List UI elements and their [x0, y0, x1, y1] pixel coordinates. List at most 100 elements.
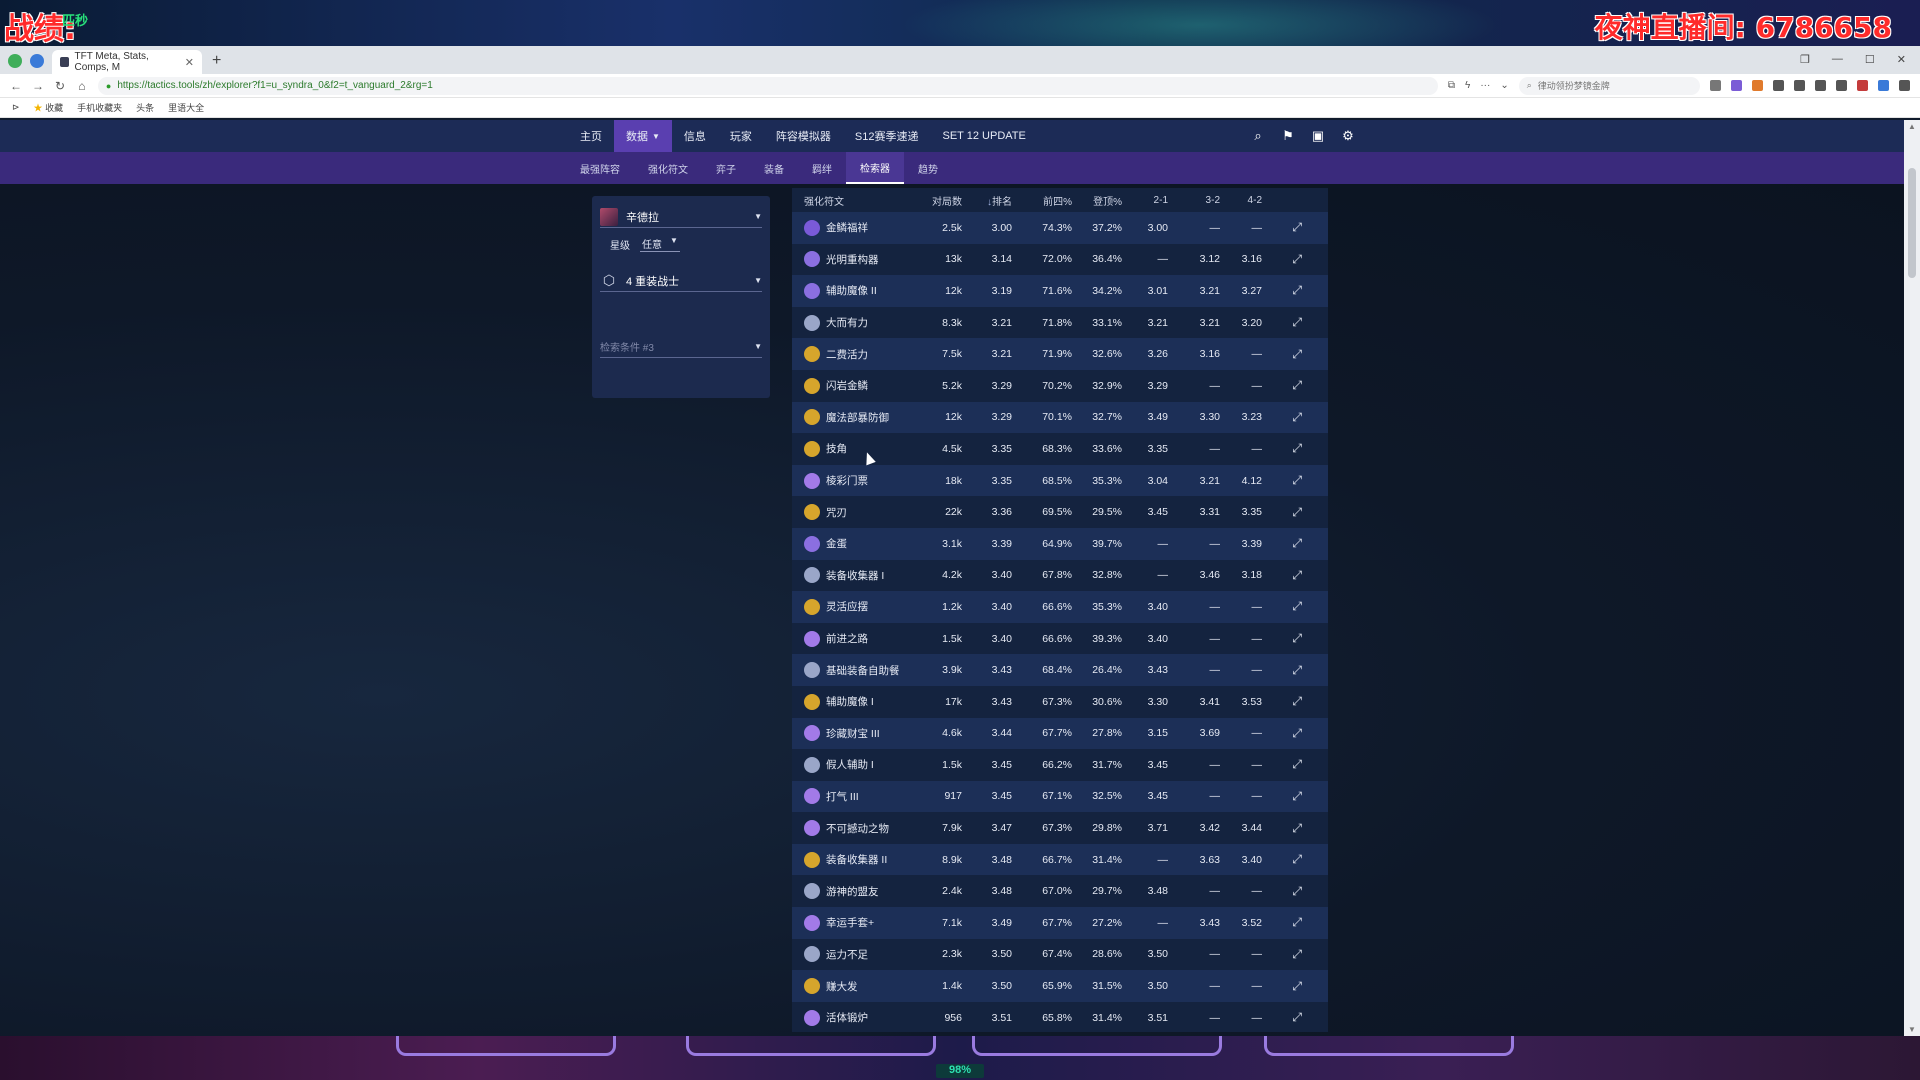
table-row[interactable]: 基础装备自助餐 3.9k 3.43 68.4% 26.4% 3.43— — ⤢: [792, 654, 1328, 686]
browser-search-field[interactable]: ⌕ 律动领扮梦镜金牌: [1518, 76, 1701, 95]
tab-items[interactable]: 装备: [750, 152, 798, 184]
expand-icon[interactable]: ⤢: [1262, 220, 1302, 235]
table-row[interactable]: 游神的盟友 2.4k 3.48 67.0% 29.7% 3.48— — ⤢: [792, 875, 1328, 908]
trait-filter-select[interactable]: ⬡ 4 重装战士 ▼: [600, 270, 762, 292]
expand-icon[interactable]: ⤢: [1262, 315, 1302, 330]
expand-icon[interactable]: ⤢: [1262, 1010, 1302, 1025]
scroll-up-icon[interactable]: ▲: [1908, 122, 1916, 131]
unit-filter-select[interactable]: 辛德拉 ▼: [600, 206, 762, 228]
nav-item-set12-update[interactable]: SET 12 UPDATE: [931, 120, 1038, 152]
col-header-stage-3-2[interactable]: 3-2: [1168, 195, 1220, 206]
filter-3-select[interactable]: 检索条件 #3 ▼: [600, 336, 762, 358]
expand-icon[interactable]: ⤢: [1262, 915, 1302, 930]
expand-icon[interactable]: ⤢: [1262, 821, 1302, 836]
tab-augments[interactable]: 强化符文: [634, 152, 702, 184]
expand-icon[interactable]: ⤢: [1262, 378, 1302, 393]
scissors-icon[interactable]: [1710, 80, 1722, 91]
tab-close-icon[interactable]: ✕: [185, 56, 194, 69]
nav-item-home[interactable]: 主页: [568, 120, 614, 152]
tab-traits[interactable]: 羁绊: [798, 152, 846, 184]
col-header-win[interactable]: 登顶%: [1072, 193, 1122, 208]
bookmark-item[interactable]: ★ 收藏: [34, 101, 64, 114]
table-row[interactable]: 闪岩金鳞 5.2k 3.29 70.2% 32.9% 3.29— — ⤢: [792, 369, 1328, 402]
window-minimize-icon[interactable]: —: [1832, 53, 1843, 66]
expand-icon[interactable]: ⤢: [1262, 852, 1302, 867]
table-row[interactable]: 运力不足 2.3k 3.50 67.4% 28.6% 3.50— — ⤢: [792, 938, 1328, 971]
download-icon[interactable]: [1815, 80, 1827, 91]
col-header-augment[interactable]: 强化符文: [792, 193, 912, 208]
extension-icon[interactable]: [1731, 80, 1743, 91]
scrollbar-thumb[interactable]: [1908, 168, 1916, 278]
back-icon[interactable]: ←: [10, 79, 22, 93]
table-row[interactable]: 棱彩门票 18k 3.35 68.5% 35.3% 3.04 3.21 4.12 ⤢: [792, 464, 1328, 497]
expand-icon[interactable]: ⤢: [1262, 536, 1302, 551]
search-icon[interactable]: ⌕: [1250, 128, 1266, 144]
page-scrollbar[interactable]: ▲ ▼: [1904, 120, 1920, 1036]
nav-item-players[interactable]: 玩家: [718, 120, 764, 152]
nav-item-data[interactable]: 数据 ▼: [614, 120, 672, 152]
table-row[interactable]: 二费活力 7.5k 3.21 71.9% 32.6% 3.26 3.16 — ⤢: [792, 338, 1328, 370]
table-row[interactable]: 珍藏财宝 III 4.6k 3.44 67.7% 27.8% 3.15 3.69 — ⤢: [792, 717, 1328, 750]
url-field[interactable]: ● https://tactics.tools/zh/explorer?f1=u…: [97, 76, 1438, 95]
table-row[interactable]: 幸运手套+ 7.1k 3.49 67.7% 27.2% — 3.43 3.52 ⤢: [792, 907, 1328, 939]
table-row[interactable]: 光明重构器 13k 3.14 72.0% 36.4% — 3.12 3.16 ⤢: [792, 243, 1328, 276]
window-close-icon[interactable]: ✕: [1897, 53, 1906, 66]
new-tab-button[interactable]: +: [202, 52, 231, 74]
expand-icon[interactable]: ⤢: [1262, 694, 1302, 709]
window-maximize-icon[interactable]: ☐: [1865, 53, 1875, 66]
browser-tab[interactable]: TFT Meta, Stats, Comps, M ✕: [52, 50, 202, 74]
browser-icon[interactable]: [1878, 80, 1890, 91]
table-row[interactable]: 装备收集器 II 8.9k 3.48 66.7% 31.4% — 3.63 3.40 ⤢: [792, 843, 1328, 876]
table-row[interactable]: 咒刃 22k 3.36 69.5% 29.5% 3.45 3.31 3.35 ⤢: [792, 496, 1328, 528]
browser-logo-icon[interactable]: [8, 54, 22, 68]
expand-icon[interactable]: ⤢: [1262, 631, 1302, 646]
tab-trends[interactable]: 趋势: [904, 152, 952, 184]
expand-icon[interactable]: ⤢: [1262, 505, 1302, 520]
chevron-down-icon[interactable]: ⌄: [1500, 80, 1508, 91]
expand-icon[interactable]: ⤢: [1262, 283, 1302, 298]
bookmark-item[interactable]: 头条: [136, 101, 154, 114]
table-row[interactable]: 装备收集器 I 4.2k 3.40 67.8% 32.8% — 3.46 3.18 ⤢: [792, 559, 1328, 592]
more-icon[interactable]: ···: [1480, 80, 1490, 91]
table-row[interactable]: 赚大发 1.4k 3.50 65.9% 31.5% 3.50— — ⤢: [792, 970, 1328, 1002]
table-row[interactable]: 前进之路 1.5k 3.40 66.6% 39.3% 3.40— — ⤢: [792, 622, 1328, 655]
hamburger-menu-icon[interactable]: [1899, 80, 1911, 91]
gift-icon[interactable]: [1857, 80, 1869, 91]
expand-icon[interactable]: ⤢: [1262, 473, 1302, 488]
table-row[interactable]: 不可撼动之物 7.9k 3.47 67.3% 29.8% 3.71 3.42 3.44 ⤢: [792, 812, 1328, 844]
col-header-games[interactable]: 对局数: [912, 193, 964, 208]
tab-units[interactable]: 弈子: [702, 152, 750, 184]
browser-menu-icon[interactable]: [30, 54, 44, 68]
table-row[interactable]: 大而有力 8.3k 3.21 71.8% 33.1% 3.21 3.21 3.20 ⤢: [792, 306, 1328, 339]
table-row[interactable]: 魔法部暴防御 12k 3.29 70.1% 32.7% 3.49 3.30 3.23 ⤢: [792, 401, 1328, 434]
undo-icon[interactable]: [1836, 80, 1848, 91]
flag-icon[interactable]: ⚑: [1280, 128, 1296, 144]
table-row[interactable]: 打气 III 917 3.45 67.1% 32.5% 3.45— — ⤢: [792, 780, 1328, 813]
expand-icon[interactable]: ⤢: [1262, 599, 1302, 614]
star-select[interactable]: 任意 ▼: [640, 236, 680, 252]
home-icon[interactable]: ⌂: [76, 79, 88, 93]
expand-icon[interactable]: ⤢: [1262, 441, 1302, 456]
expand-icon[interactable]: ⤢: [1262, 410, 1302, 425]
sidebar-toggle-icon[interactable]: ⊳: [12, 102, 20, 113]
expand-icon[interactable]: ⤢: [1262, 884, 1302, 899]
expand-icon[interactable]: ⤢: [1262, 568, 1302, 583]
reload-icon[interactable]: ↻: [54, 79, 66, 93]
expand-icon[interactable]: ⤢: [1262, 789, 1302, 804]
expand-icon[interactable]: ⤢: [1262, 347, 1302, 362]
translate-icon[interactable]: ⧉: [1448, 80, 1455, 91]
table-row[interactable]: 假人辅助 I 1.5k 3.45 66.2% 31.7% 3.45— — ⤢: [792, 749, 1328, 781]
expand-icon[interactable]: ⤢: [1262, 947, 1302, 962]
expand-icon[interactable]: ⤢: [1262, 979, 1302, 994]
table-row[interactable]: 辅助魔像 II 12k 3.19 71.6% 34.2% 3.01 3.21 3.27 ⤢: [792, 275, 1328, 307]
tab-explorer[interactable]: 检索器: [846, 152, 904, 184]
bookmark-item[interactable]: 手机收藏夹: [77, 101, 122, 114]
table-row[interactable]: 金蛋 3.1k 3.39 64.9% 39.7% — —3.39 ⤢: [792, 527, 1328, 560]
lightning-icon[interactable]: ϟ: [1465, 80, 1470, 91]
window-icon[interactable]: [1773, 80, 1785, 91]
discord-icon[interactable]: ▣: [1310, 128, 1326, 144]
tab-best-comps[interactable]: 最强阵容: [566, 152, 634, 184]
table-row[interactable]: 金鳞福祥 2.5k 3.00 74.3% 37.2% 3.00— — ⤢: [792, 212, 1328, 244]
window-restore-icon[interactable]: ❐: [1800, 53, 1810, 66]
table-row[interactable]: 活体锻炉 956 3.51 65.8% 31.4% 3.51— — ⤢: [792, 1001, 1328, 1032]
